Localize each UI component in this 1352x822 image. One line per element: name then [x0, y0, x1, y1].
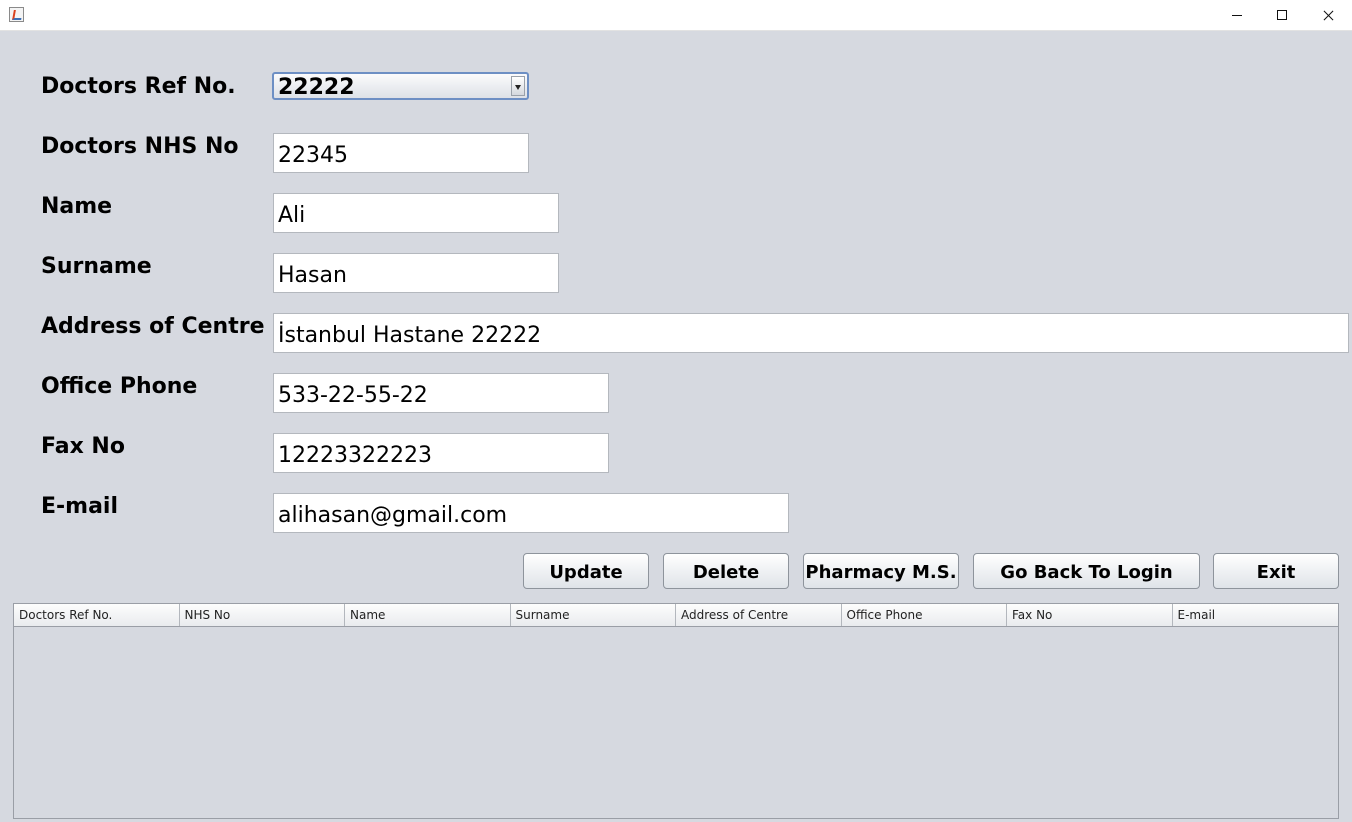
pharmacy-button[interactable]: Pharmacy M.S.: [803, 553, 959, 589]
exit-button[interactable]: Exit: [1213, 553, 1339, 589]
chevron-down-icon[interactable]: [511, 76, 525, 96]
title-bar: [0, 0, 1352, 31]
column-header-email[interactable]: E-mail: [1173, 604, 1339, 626]
email-label: E-mail: [41, 494, 119, 519]
name-label: Name: [41, 194, 113, 219]
office-phone-label: Office Phone: [41, 374, 198, 399]
java-app-icon[interactable]: [9, 7, 24, 22]
doctors-table[interactable]: Doctors Ref No. NHS No Name Surname Addr…: [13, 603, 1339, 819]
surname-label: Surname: [41, 254, 152, 279]
delete-button[interactable]: Delete: [663, 553, 789, 589]
column-header-address[interactable]: Address of Centre: [676, 604, 842, 626]
column-header-phone[interactable]: Office Phone: [842, 604, 1007, 626]
doctors-ref-combobox[interactable]: 22222: [272, 72, 529, 100]
maximize-icon[interactable]: [1259, 0, 1305, 31]
update-button[interactable]: Update: [523, 553, 649, 589]
name-field[interactable]: Ali: [273, 193, 559, 233]
table-header: Doctors Ref No. NHS No Name Surname Addr…: [14, 604, 1338, 627]
back-to-login-button[interactable]: Go Back To Login Menu: [973, 553, 1200, 621]
column-header-name[interactable]: Name: [345, 604, 511, 626]
minimize-icon[interactable]: [1214, 0, 1260, 31]
address-label: Address of Centre: [41, 314, 265, 339]
email-field[interactable]: alihasan@gmail.com: [273, 493, 789, 533]
doctors-nhs-field[interactable]: 22345: [273, 133, 529, 173]
column-header-ref[interactable]: Doctors Ref No.: [14, 604, 180, 626]
column-header-surname[interactable]: Surname: [511, 604, 676, 626]
office-phone-field[interactable]: 533-22-55-22: [273, 373, 609, 413]
fax-label: Fax No: [41, 434, 125, 459]
address-field[interactable]: İstanbul Hastane 22222: [273, 313, 1349, 353]
column-header-fax[interactable]: Fax No: [1007, 604, 1173, 626]
doctors-nhs-label: Doctors NHS No: [41, 134, 239, 159]
column-header-nhs[interactable]: NHS No: [180, 604, 345, 626]
surname-field[interactable]: Hasan: [273, 253, 559, 293]
fax-field[interactable]: 12223322223: [273, 433, 609, 473]
doctors-ref-label: Doctors Ref No.: [41, 74, 236, 99]
close-icon[interactable]: [1305, 0, 1351, 31]
doctors-ref-selected-value: 22222: [278, 75, 355, 100]
